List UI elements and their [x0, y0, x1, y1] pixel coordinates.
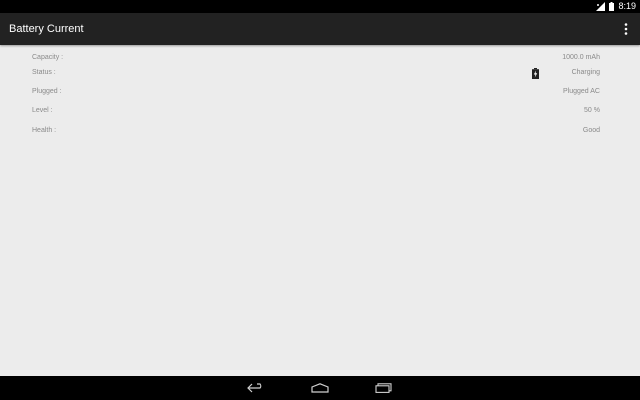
navigation-bar	[0, 376, 640, 400]
capacity-value: 1000.0 mAh	[562, 54, 600, 61]
level-value: 50 %	[584, 107, 600, 114]
battery-charging-icon	[532, 68, 539, 79]
back-button[interactable]	[244, 380, 268, 396]
clock: 8:19	[618, 1, 636, 11]
status-bar: 8:19	[0, 0, 640, 13]
battery-info-list: Capacity : 1000.0 mAh Status : Charging …	[0, 45, 640, 376]
health-label: Health :	[32, 127, 57, 134]
status-icons: 8:19	[596, 0, 636, 13]
level-label: Level :	[32, 107, 53, 114]
status-label: Status :	[32, 69, 56, 76]
list-item-health: Health : Good	[0, 123, 640, 139]
list-item-plugged: Plugged : Plugged AC	[0, 84, 640, 100]
recent-apps-button[interactable]	[372, 380, 396, 396]
app-title: Battery Current	[9, 23, 84, 35]
plugged-label: Plugged :	[32, 88, 62, 95]
signal-icon	[596, 2, 606, 11]
list-item-capacity: Capacity : 1000.0 mAh	[0, 50, 640, 66]
list-item-level: Level : 50 %	[0, 103, 640, 119]
overflow-menu-icon	[624, 23, 628, 35]
overflow-menu-button[interactable]	[618, 19, 634, 39]
back-icon	[247, 383, 262, 393]
battery-icon	[609, 2, 615, 11]
health-value: Good	[582, 127, 600, 134]
status-value: Charging	[571, 69, 600, 76]
plugged-value: Plugged AC	[563, 88, 600, 95]
recent-apps-icon	[375, 383, 392, 393]
home-icon	[311, 383, 329, 393]
home-button[interactable]	[308, 380, 332, 396]
action-bar: Battery Current	[0, 13, 640, 45]
capacity-label: Capacity :	[32, 54, 64, 61]
list-item-status: Status : Charging	[0, 65, 640, 81]
